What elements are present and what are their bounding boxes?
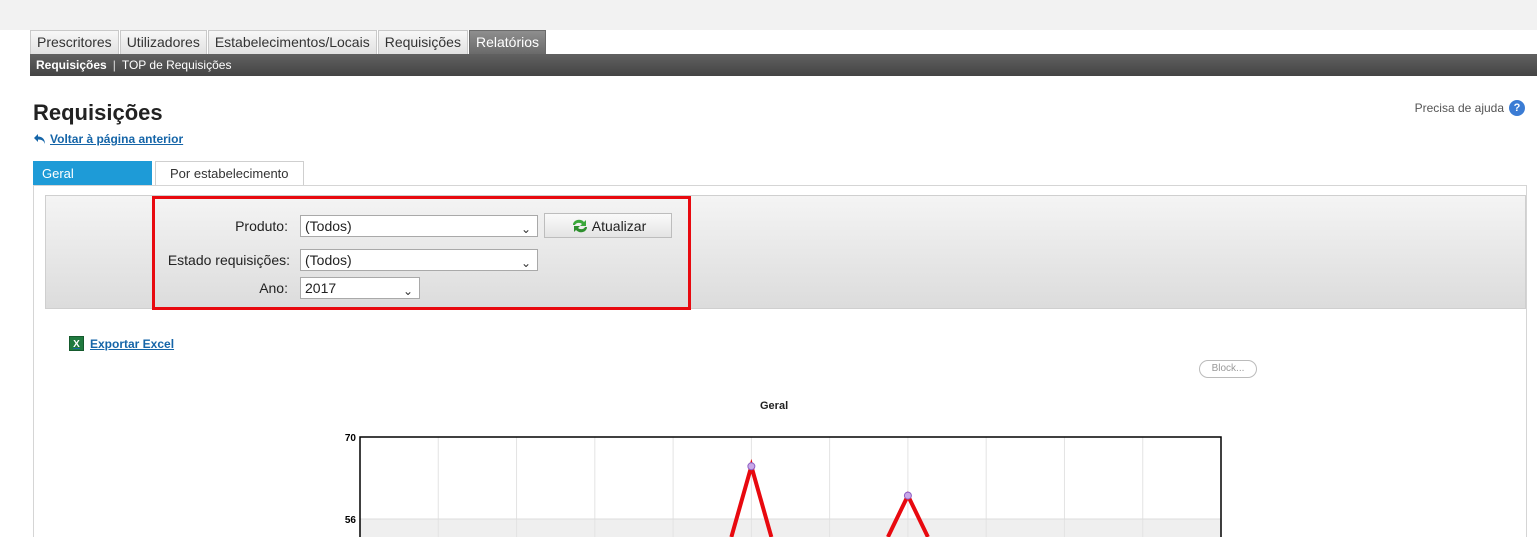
tab-relatorios[interactable]: Relatórios — [468, 30, 546, 54]
tab-prescritores[interactable]: Prescritores — [30, 30, 119, 54]
excel-icon: X — [69, 336, 84, 351]
top-background — [0, 0, 1537, 30]
back-link[interactable]: Voltar à página anterior — [33, 132, 183, 146]
page-title: Requisições — [33, 100, 163, 125]
tab-por-estabelecimento[interactable]: Por estabelecimento — [155, 161, 304, 186]
filters-highlight-box — [152, 196, 691, 310]
help-label: Precisa de ajuda — [1414, 101, 1504, 115]
subnav-requisicoes[interactable]: Requisições — [36, 54, 107, 76]
chart-shaded-band — [360, 519, 1221, 537]
back-link-label: Voltar à página anterior — [50, 132, 184, 146]
export-excel-link[interactable]: X Exportar Excel — [69, 336, 174, 351]
chart-data-point[interactable] — [903, 491, 912, 500]
export-excel-label: Exportar Excel — [90, 336, 175, 351]
chart-y-tick-label: 56 — [345, 515, 357, 526]
chart-title: Geral — [760, 400, 789, 412]
main-tabs: Prescritores Utilizadores Estabeleciment… — [30, 30, 547, 54]
tab-estabelecimentos[interactable]: Estabelecimentos/Locais — [207, 30, 377, 54]
subnav-separator: | — [112, 58, 116, 72]
content-tabs: Geral Por estabelecimento — [33, 161, 304, 186]
question-circle-icon: ? — [1509, 100, 1525, 116]
subnav-top-requisicoes[interactable]: TOP de Requisições — [122, 54, 232, 76]
help-link[interactable]: Precisa de ajuda ? — [1415, 100, 1525, 116]
line-chart: 70 56 — [345, 433, 1222, 537]
chart-y-tick-label: 70 — [345, 433, 357, 444]
chart-data-point[interactable] — [747, 462, 756, 471]
tab-utilizadores[interactable]: Utilizadores — [119, 30, 207, 54]
sub-navigation: Requisições | TOP de Requisições — [30, 54, 1537, 76]
tab-geral[interactable]: Geral — [33, 161, 152, 186]
back-arrow-icon — [34, 134, 45, 144]
tab-requisicoes[interactable]: Requisições — [377, 30, 468, 54]
block-button[interactable]: Block... — [1199, 360, 1257, 378]
